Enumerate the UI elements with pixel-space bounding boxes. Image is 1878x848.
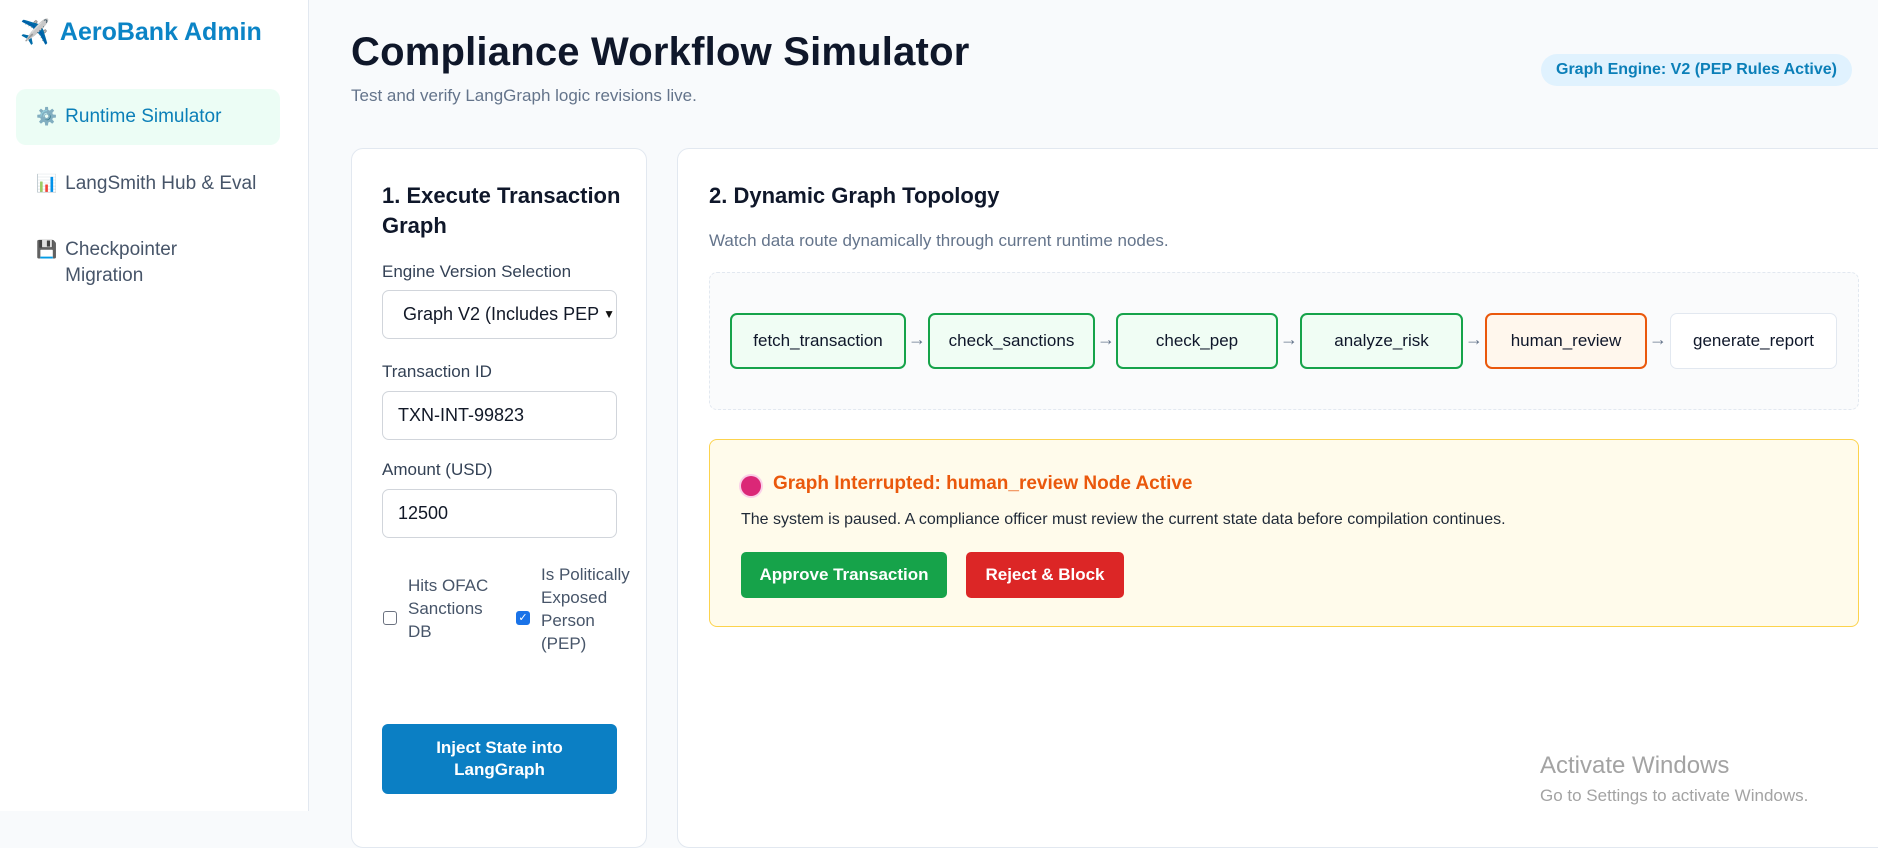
graph-node-analyze-risk: analyze_risk xyxy=(1300,313,1463,369)
graph-node-generate-report: generate_report xyxy=(1670,313,1837,369)
graph-node-fetch-transaction: fetch_transaction xyxy=(730,313,906,369)
gear-icon: ⚙️ xyxy=(36,107,58,126)
brand: ✈️ AeroBank Admin xyxy=(20,18,262,47)
topology-panel-subtitle: Watch data route dynamically through cur… xyxy=(709,231,1169,250)
pep-checkbox[interactable]: ✓ xyxy=(516,611,530,625)
amount-input[interactable]: 12500 xyxy=(382,489,617,538)
sidebar-item-runtime-simulator[interactable]: ⚙️ Runtime Simulator xyxy=(16,89,280,145)
chevron-down-icon: ▼ xyxy=(603,307,615,321)
interrupt-alert: Graph Interrupted: human_review Node Act… xyxy=(709,439,1859,627)
execute-panel-title: 1. Execute Transaction Graph xyxy=(382,183,621,238)
graph-node-check-sanctions: check_sanctions xyxy=(928,313,1095,369)
arrow-icon: → xyxy=(908,329,926,349)
ofac-sanctions-label: Hits OFAC Sanctions DB xyxy=(408,576,489,641)
ofac-sanctions-checkbox[interactable] xyxy=(383,611,397,625)
sidebar-item-label: LangSmith Hub & Eval xyxy=(65,173,257,194)
engine-version-select[interactable]: Graph V2 (Includes PEP ▼ xyxy=(382,290,617,339)
interrupt-message: The system is paused. A compliance offic… xyxy=(741,511,1506,528)
transaction-id-input[interactable]: TXN-INT-99823 xyxy=(382,391,617,440)
topology-panel-title: 2. Dynamic Graph Topology xyxy=(709,183,1000,208)
pep-label: Is Politically Exposed Person (PEP) xyxy=(541,565,630,653)
sidebar-item-checkpointer-migration[interactable]: 💾 Checkpointer Migration xyxy=(16,237,280,293)
execute-transaction-panel: 1. Execute Transaction Graph Engine Vers… xyxy=(351,148,647,848)
graph-node-check-pep: check_pep xyxy=(1116,313,1278,369)
page-title: Compliance Workflow Simulator xyxy=(351,30,970,74)
arrow-icon: → xyxy=(1465,329,1483,349)
arrow-icon: → xyxy=(1097,329,1115,349)
graph-node-human-review: human_review xyxy=(1485,313,1647,369)
windows-activation-watermark: Activate Windows Go to Settings to activ… xyxy=(1540,752,1808,806)
approve-transaction-button[interactable]: Approve Transaction xyxy=(741,552,947,598)
watermark-subtitle: Go to Settings to activate Windows. xyxy=(1540,786,1809,805)
airplane-icon: ✈️ xyxy=(20,19,50,46)
page-subtitle: Test and verify LangGraph logic revision… xyxy=(351,86,697,105)
engine-version-value: Graph V2 (Includes PEP xyxy=(403,304,600,324)
sidebar-item-label: Checkpointer Migration xyxy=(65,239,178,286)
watermark-title: Activate Windows xyxy=(1540,752,1730,779)
engine-version-badge: Graph Engine: V2 (PEP Rules Active) xyxy=(1541,54,1852,86)
bar-chart-icon: 📊 xyxy=(36,174,58,193)
engine-version-label: Engine Version Selection xyxy=(382,262,572,281)
arrow-icon: → xyxy=(1280,329,1298,349)
transaction-id-label: Transaction ID xyxy=(382,362,492,381)
amount-label: Amount (USD) xyxy=(382,460,493,479)
graph-topology-panel: 2. Dynamic Graph Topology Watch data rou… xyxy=(677,148,1878,848)
brand-label: AeroBank Admin xyxy=(59,18,262,46)
sidebar-item-langsmith-hub[interactable]: 📊 LangSmith Hub & Eval xyxy=(16,171,280,201)
reject-block-button[interactable]: Reject & Block xyxy=(966,552,1124,598)
arrow-icon: → xyxy=(1649,329,1667,349)
sidebar-item-label: Runtime Simulator xyxy=(65,106,222,127)
interrupt-title: Graph Interrupted: human_review Node Act… xyxy=(773,473,1193,494)
floppy-disk-icon: 💾 xyxy=(36,240,58,259)
red-circle-icon xyxy=(741,476,761,496)
sidebar: ✈️ AeroBank Admin ⚙️ Runtime Simulator 📊… xyxy=(0,0,309,811)
inject-state-button[interactable]: Inject State into LangGraph xyxy=(382,724,617,794)
graph-canvas: fetch_transaction → check_sanctions → ch… xyxy=(709,272,1859,410)
